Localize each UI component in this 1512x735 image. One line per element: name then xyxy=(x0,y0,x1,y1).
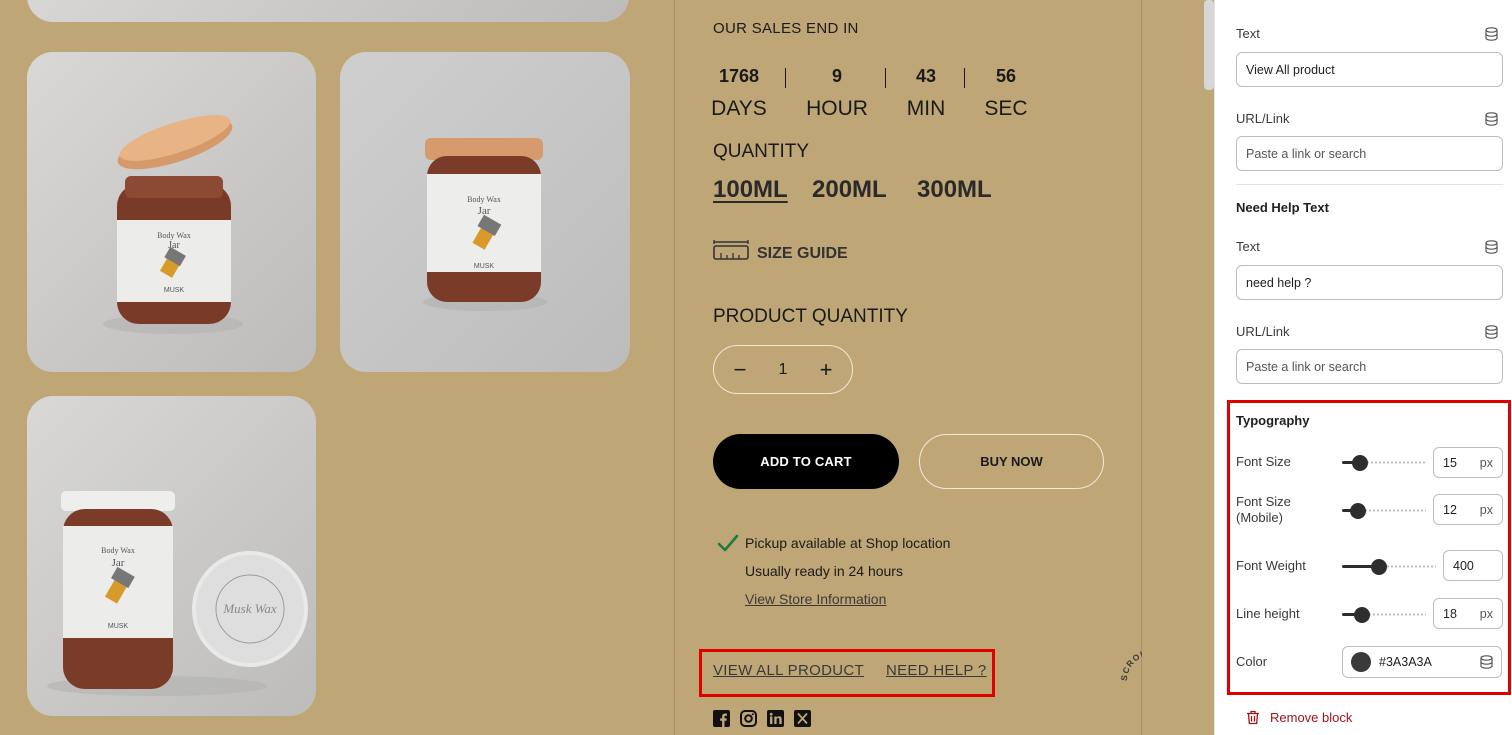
quantity-title: QUANTITY xyxy=(713,141,810,162)
dynamic-source-icon[interactable] xyxy=(1480,655,1493,669)
countdown-days-label: DAYS xyxy=(711,97,767,120)
view-all-url-input[interactable]: Paste a link or search xyxy=(1236,136,1503,171)
decrease-quantity-button[interactable]: − xyxy=(730,357,750,383)
ruler-icon xyxy=(713,240,749,267)
gallery-image-open-jar[interactable]: Body Wax Jar MUSK xyxy=(27,52,316,372)
view-all-product-link[interactable]: VIEW ALL PRODUCT xyxy=(713,662,864,679)
font-size-unit: px xyxy=(1479,455,1493,470)
font-size-label: Font Size xyxy=(1236,454,1291,469)
linkedin-icon[interactable] xyxy=(767,710,784,727)
text-label: Text xyxy=(1236,26,1260,41)
pickup-ready-time: Usually ready in 24 hours xyxy=(745,563,903,579)
variant-200ml[interactable]: 200ML xyxy=(812,176,887,204)
dynamic-source-icon[interactable] xyxy=(1485,240,1498,254)
gallery-image-jar-and-lid[interactable]: Body Wax Jar MUSK Musk Wax xyxy=(27,396,316,716)
font-size-mobile-input[interactable]: 12 px xyxy=(1433,494,1503,525)
countdown-separator xyxy=(785,68,786,88)
font-weight-value: 400 xyxy=(1453,558,1474,573)
trash-icon xyxy=(1247,710,1259,725)
quantity-value[interactable]: 1 xyxy=(779,361,788,379)
font-weight-slider[interactable] xyxy=(1342,559,1436,575)
font-weight-slider-knob[interactable] xyxy=(1371,559,1387,575)
typography-title: Typography xyxy=(1236,413,1310,428)
color-swatch[interactable] xyxy=(1351,652,1371,672)
countdown-seconds-label: SEC xyxy=(984,97,1028,120)
line-height-value: 18 xyxy=(1443,606,1457,621)
view-store-information-link[interactable]: View Store Information xyxy=(745,591,886,607)
font-size-slider-knob[interactable] xyxy=(1352,455,1368,471)
font-size-mobile-label-line1: Font Size xyxy=(1236,494,1291,509)
x-icon[interactable] xyxy=(794,710,811,727)
color-label: Color xyxy=(1236,654,1268,669)
dynamic-source-icon[interactable] xyxy=(1485,27,1498,41)
countdown-separator xyxy=(964,68,965,88)
need-help-section-title: Need Help Text xyxy=(1236,200,1329,215)
need-help-text-input[interactable]: need help ? xyxy=(1236,265,1503,300)
product-info: OUR SALES END IN 1768 9 43 56 DAYS HOUR … xyxy=(674,0,1186,735)
dynamic-source-icon[interactable] xyxy=(1485,325,1498,339)
countdown-minutes-value: 43 xyxy=(915,66,937,86)
font-size-mobile-unit: px xyxy=(1479,502,1493,517)
facebook-icon[interactable] xyxy=(713,710,730,727)
settings-panel: Text View All product URL/Link Paste a l… xyxy=(1214,0,1512,735)
gallery-image-top[interactable] xyxy=(27,0,629,22)
section-divider xyxy=(1236,184,1503,185)
need-help-link[interactable]: NEED HELP ? xyxy=(886,662,987,679)
social-links xyxy=(713,710,811,727)
font-size-mobile-slider[interactable] xyxy=(1342,503,1426,519)
countdown-hours-value: 9 xyxy=(831,66,842,86)
buy-now-button[interactable]: BUY NOW xyxy=(919,434,1104,489)
svg-text:MUSK: MUSK xyxy=(108,623,129,630)
remove-block-button[interactable]: Remove block xyxy=(1246,710,1352,725)
preview-gutter xyxy=(1142,0,1214,735)
help-text-label: Text xyxy=(1236,239,1260,254)
pickup-availability: Pickup available at Shop location xyxy=(745,535,951,551)
svg-text:Jar: Jar xyxy=(112,557,125,569)
help-url-label: URL/Link xyxy=(1236,324,1290,339)
line-height-input[interactable]: 18 px xyxy=(1433,598,1503,629)
add-to-cart-button[interactable]: ADD TO CART xyxy=(713,434,899,489)
svg-text:Body Wax: Body Wax xyxy=(157,231,191,240)
svg-text:MUSK: MUSK xyxy=(474,263,495,270)
line-height-slider[interactable] xyxy=(1342,607,1426,623)
size-guide-link[interactable]: SIZE GUIDE xyxy=(713,240,848,267)
increase-quantity-button[interactable]: + xyxy=(816,357,836,383)
instagram-icon[interactable] xyxy=(740,710,757,727)
countdown-days-value: 1768 xyxy=(718,66,760,86)
view-all-text-input[interactable]: View All product xyxy=(1236,52,1503,87)
variant-300ml[interactable]: 300ML xyxy=(917,176,992,204)
countdown-seconds-value: 56 xyxy=(995,66,1017,86)
font-weight-label: Font Weight xyxy=(1236,558,1306,573)
product-gallery: Body Wax Jar MUSK Body Wax Jar MUSK Body xyxy=(0,0,674,735)
checkmark-icon xyxy=(717,533,739,558)
size-guide-label: SIZE GUIDE xyxy=(757,244,848,262)
sales-title: OUR SALES END IN xyxy=(713,20,859,37)
line-height-slider-knob[interactable] xyxy=(1354,607,1370,623)
svg-text:Musk Wax: Musk Wax xyxy=(222,601,277,616)
gallery-image-closed-jar[interactable]: Body Wax Jar MUSK xyxy=(340,52,630,372)
svg-text:MUSK: MUSK xyxy=(164,287,185,294)
font-weight-input[interactable]: 400 xyxy=(1443,550,1503,581)
color-value[interactable]: #3A3A3A xyxy=(1379,655,1472,669)
url-label: URL/Link xyxy=(1236,111,1290,126)
font-size-slider[interactable] xyxy=(1342,455,1426,471)
quantity-stepper: − 1 + xyxy=(713,345,853,394)
font-size-mobile-label-line2: (Mobile) xyxy=(1236,510,1283,525)
remove-block-label: Remove block xyxy=(1270,710,1353,725)
countdown-hours-label: HOUR xyxy=(806,97,868,120)
line-height-unit: px xyxy=(1479,606,1493,621)
product-quantity-title: PRODUCT QUANTITY xyxy=(713,306,908,327)
variant-100ml[interactable]: 100ML xyxy=(713,176,788,204)
line-height-label: Line height xyxy=(1236,606,1300,621)
font-size-mobile-value: 12 xyxy=(1443,502,1457,517)
font-size-mobile-slider-knob[interactable] xyxy=(1350,503,1366,519)
svg-text:Body Wax: Body Wax xyxy=(467,195,501,204)
font-size-input[interactable]: 15 px xyxy=(1433,447,1503,478)
dynamic-source-icon[interactable] xyxy=(1485,112,1498,126)
svg-text:Body Wax: Body Wax xyxy=(101,546,135,555)
preview-scrollbar[interactable] xyxy=(1204,0,1214,90)
need-help-url-input[interactable]: Paste a link or search xyxy=(1236,349,1503,384)
font-size-value: 15 xyxy=(1443,455,1457,470)
color-picker[interactable]: #3A3A3A xyxy=(1342,646,1502,678)
